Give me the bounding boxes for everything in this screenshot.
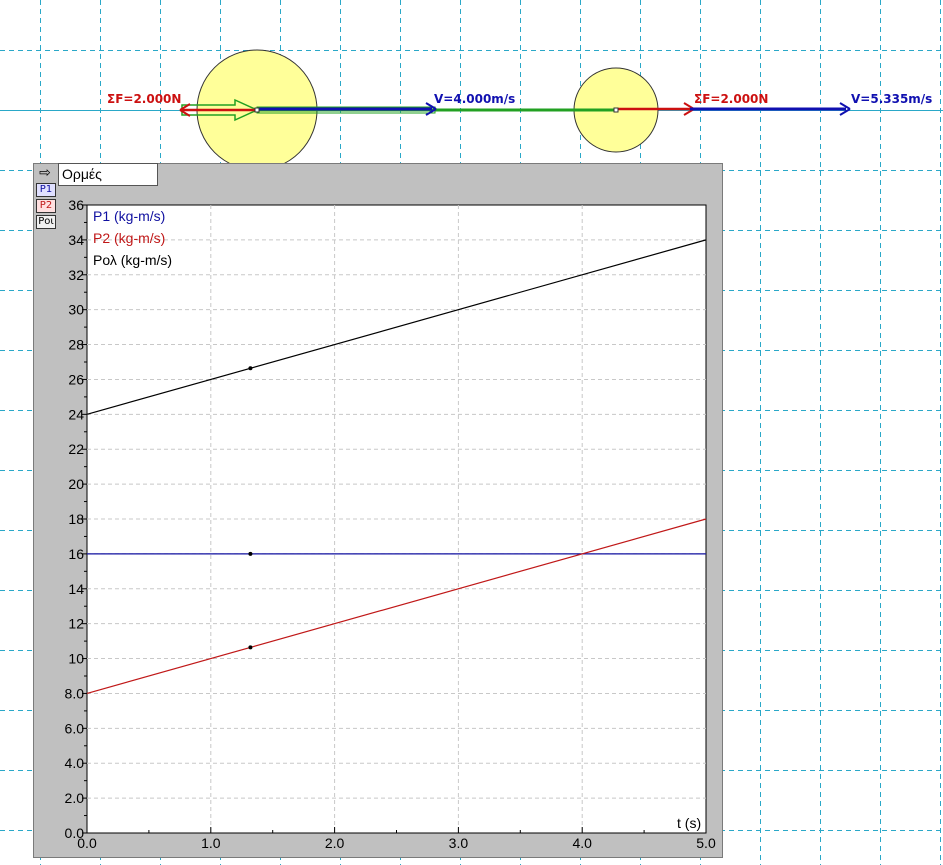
y-tick-label: 14 (68, 581, 84, 597)
x-tick-label: 0.0 (77, 835, 97, 851)
y-tick-label: 28 (68, 337, 84, 353)
series-marker-2 (248, 645, 253, 650)
x-tick-label: 3.0 (449, 835, 469, 851)
y-tick-label: 36 (68, 197, 84, 213)
series-marker-3 (248, 366, 253, 371)
y-tick-label: 22 (68, 441, 84, 457)
y-tick-label: 34 (68, 232, 84, 248)
y-tick-label: 18 (68, 511, 84, 527)
legend-p2: P2 (kg-m/s) (93, 230, 166, 246)
y-tick-label: 32 (68, 267, 84, 283)
x-tick-label: 5.0 (696, 835, 716, 851)
momentum-chart[interactable]: 0.0 2.0 4.0 6.0 8.0 10 12 14 16 18 20 22 24 26 28 30 32 3… (0, 0, 943, 865)
y-tick-label: 20 (68, 476, 84, 492)
x-axis-label: t (s) (677, 815, 702, 831)
x-tick-label: 2.0 (325, 835, 345, 851)
series-marker-1 (248, 551, 253, 556)
y-tick-label: 24 (68, 406, 84, 422)
x-tick-label: 4.0 (572, 835, 592, 851)
y-tick-label: 8.0 (65, 685, 85, 701)
y-tick-label: 2.0 (65, 790, 85, 806)
y-tick-label: 4.0 (65, 755, 85, 771)
y-tick-label: 10 (68, 651, 84, 667)
y-tick-label: 6.0 (65, 720, 85, 736)
y-tick-label: 12 (68, 616, 84, 632)
x-tick-label: 1.0 (201, 835, 221, 851)
y-tick-label: 16 (68, 546, 84, 562)
y-tick-label: 30 (68, 302, 84, 318)
legend-p1: P1 (kg-m/s) (93, 208, 166, 224)
legend-ptotal: Ρολ (kg-m/s) (93, 252, 173, 268)
y-tick-label: 26 (68, 371, 84, 387)
